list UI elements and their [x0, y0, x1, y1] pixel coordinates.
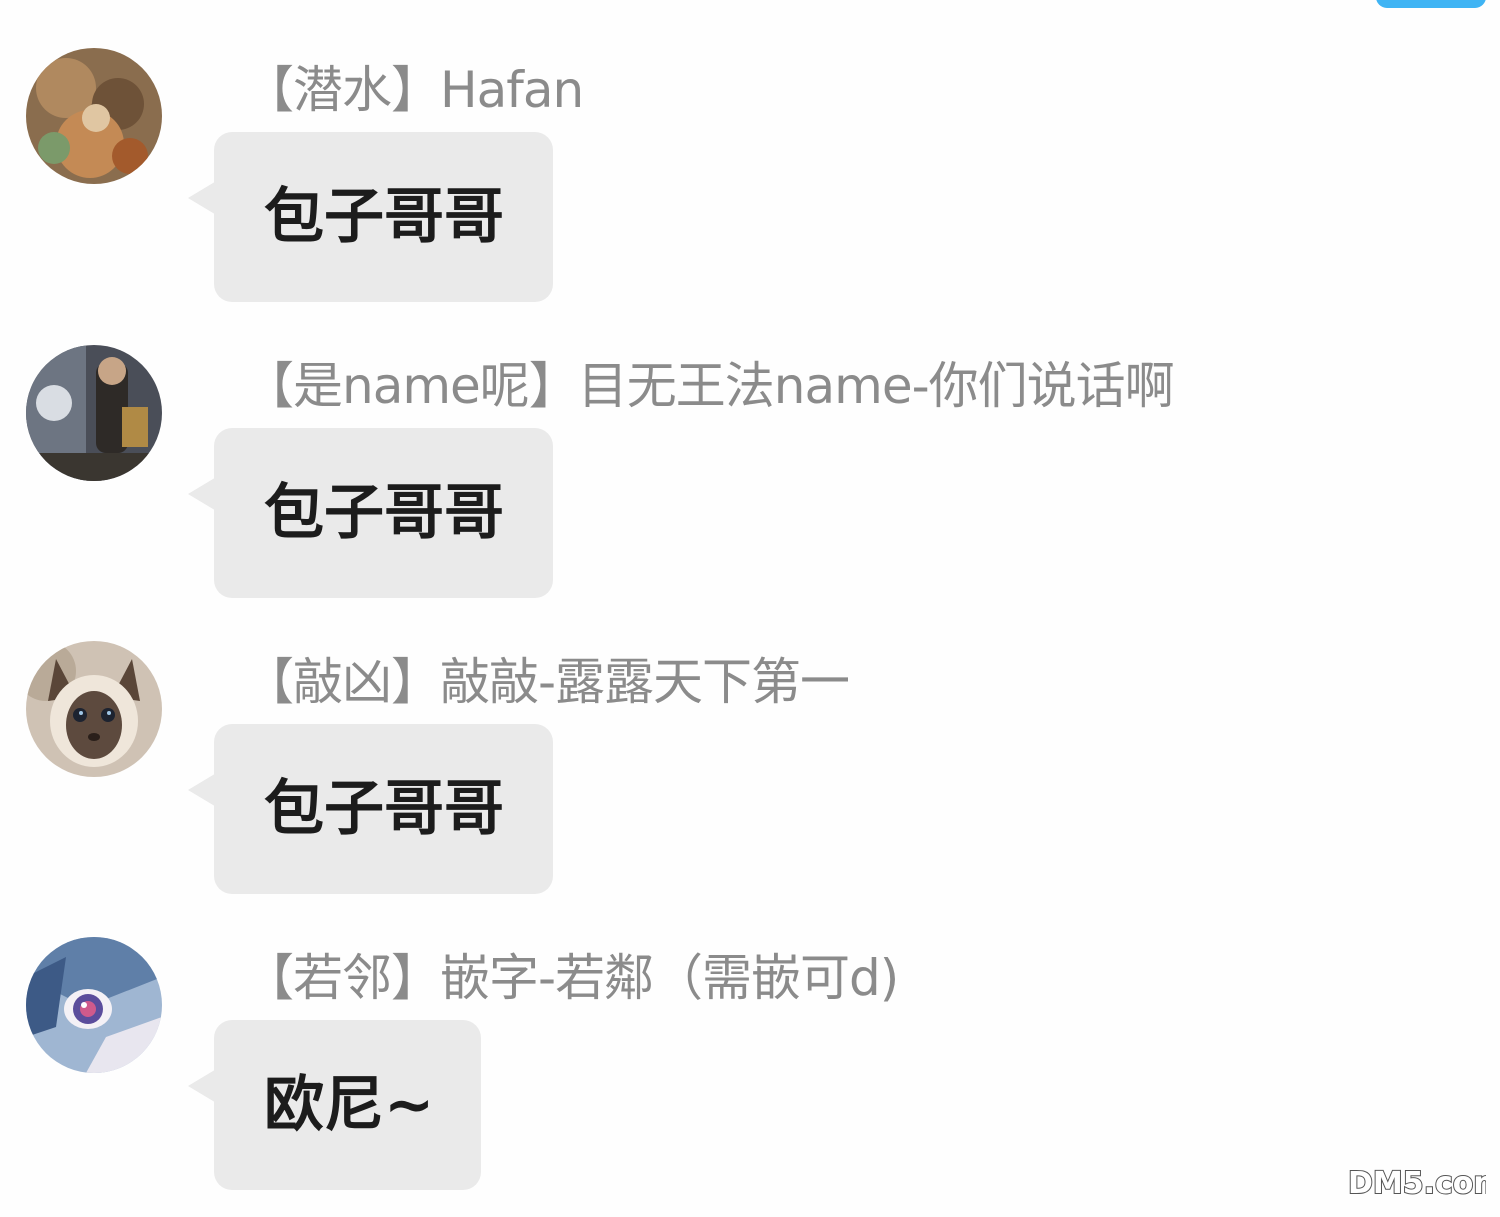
chat-screen: 【潜水】Hafan 包子哥哥 【是name呢】目无王法name-你们说话啊 包子… — [0, 0, 1500, 1217]
message-bubble[interactable]: 包子哥哥 — [214, 724, 553, 894]
message-bubble[interactable]: 包子哥哥 — [214, 428, 553, 598]
watermark-text: DM5.com — [1348, 1166, 1486, 1199]
anime-avatar-icon — [26, 937, 162, 1073]
sender-name: 【是name呢】目无王法name-你们说话啊 — [244, 357, 1175, 415]
sender-name: 【潜水】Hafan — [244, 61, 584, 119]
sender-name: 【敲凶】敲敲-露露天下第一 — [244, 653, 850, 711]
sender-name: 【若邻】嵌字-若鄰（需嵌可d) — [244, 949, 899, 1007]
message-bubble[interactable]: 欧尼~ — [214, 1020, 481, 1190]
cat-avatar-icon — [26, 641, 162, 777]
site-watermark-logo: DM5.com — [1347, 1165, 1486, 1199]
avatar-icon — [26, 48, 162, 184]
top-right-accent — [1376, 0, 1486, 8]
avatar-icon — [26, 345, 162, 481]
message-bubble[interactable]: 包子哥哥 — [214, 132, 553, 302]
avatar[interactable] — [26, 937, 162, 1073]
avatar[interactable] — [26, 641, 162, 777]
avatar[interactable] — [26, 48, 162, 184]
avatar[interactable] — [26, 345, 162, 481]
